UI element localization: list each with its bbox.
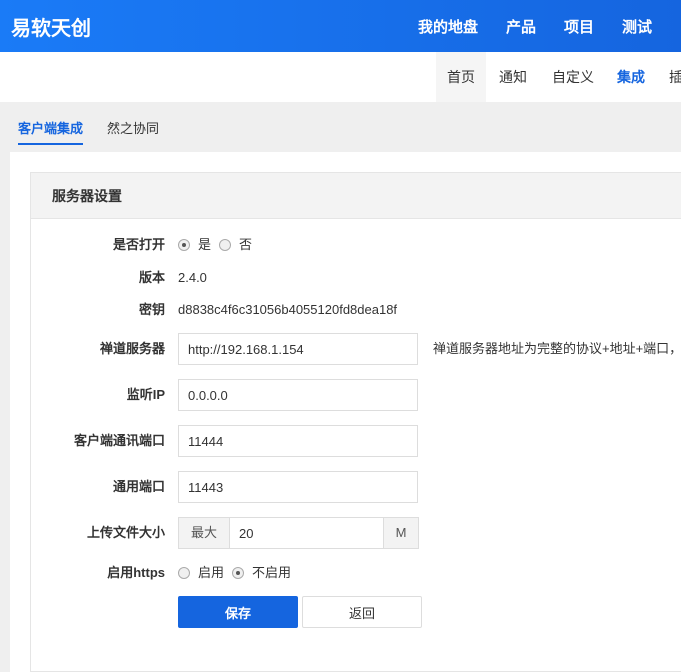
server-label: 禅道服务器 [99, 341, 165, 356]
save-button[interactable]: 保存 [178, 596, 298, 628]
upload-prefix: 最大 [178, 517, 230, 549]
https-on-radio[interactable] [178, 567, 190, 579]
back-button[interactable]: 返回 [302, 596, 422, 628]
https-on-label[interactable]: 启用 [198, 557, 224, 589]
subnav-notify[interactable]: 通知 [499, 52, 527, 102]
open-yes-radio[interactable] [178, 239, 190, 251]
https-off-label[interactable]: 不启用 [252, 557, 291, 589]
upload-label: 上传文件大小 [86, 525, 165, 540]
nav-my[interactable]: 我的地盘 [418, 16, 478, 37]
content-panel: 服务器设置 是否打开 是 否 版本 2.4.0 密钥 d8838c4f6c310… [10, 152, 681, 672]
client-port-input[interactable] [178, 425, 418, 457]
tabs: 客户端集成 然之协同 [18, 118, 183, 145]
upload-size-input[interactable] [230, 517, 383, 549]
subnav-plugin[interactable]: 插 [669, 52, 681, 102]
version-value: 2.4.0 [178, 270, 207, 285]
client-port-label: 客户端通讯端口 [73, 433, 165, 448]
server-input[interactable] [178, 333, 418, 365]
ip-input[interactable] [178, 379, 418, 411]
open-label: 是否打开 [112, 237, 165, 252]
https-label: 启用https [107, 565, 165, 580]
main-nav: 我的地盘 产品 项目 测试 [418, 16, 680, 37]
nav-project[interactable]: 项目 [564, 16, 594, 37]
version-label: 版本 [138, 270, 165, 285]
upload-unit: M [383, 517, 419, 549]
server-settings-box: 服务器设置 是否打开 是 否 版本 2.4.0 密钥 d8838c4f6c310… [30, 172, 681, 672]
top-header: 易软天创 我的地盘 产品 项目 测试 [0, 0, 681, 52]
nav-test[interactable]: 测试 [622, 16, 652, 37]
common-port-input[interactable] [178, 471, 418, 503]
subnav-home[interactable]: 首页 [436, 52, 486, 102]
open-yes-label[interactable]: 是 [198, 229, 211, 261]
subnav-custom[interactable]: 自定义 [552, 52, 594, 102]
brand-logo[interactable]: 易软天创 [11, 12, 91, 41]
ip-label: 监听IP [126, 387, 165, 402]
nav-product[interactable]: 产品 [506, 16, 536, 37]
tab-client[interactable]: 客户端集成 [18, 118, 84, 145]
open-no-radio[interactable] [219, 239, 232, 251]
key-value: d8838c4f6c31056b4055120fd8dea18f [178, 302, 398, 317]
tab-ranzhi[interactable]: 然之协同 [107, 118, 159, 145]
sub-nav: 首页 通知 自定义 集成 插 [0, 52, 681, 102]
subnav-integration[interactable]: 集成 [617, 52, 645, 102]
server-hint: 禅道服务器地址为完整的协议+地址+端口， [433, 341, 681, 356]
open-no-label[interactable]: 否 [239, 229, 252, 261]
common-port-label: 通用端口 [112, 479, 165, 494]
key-label: 密钥 [138, 302, 165, 317]
section-title: 服务器设置 [31, 173, 681, 219]
https-off-radio[interactable] [232, 567, 245, 579]
